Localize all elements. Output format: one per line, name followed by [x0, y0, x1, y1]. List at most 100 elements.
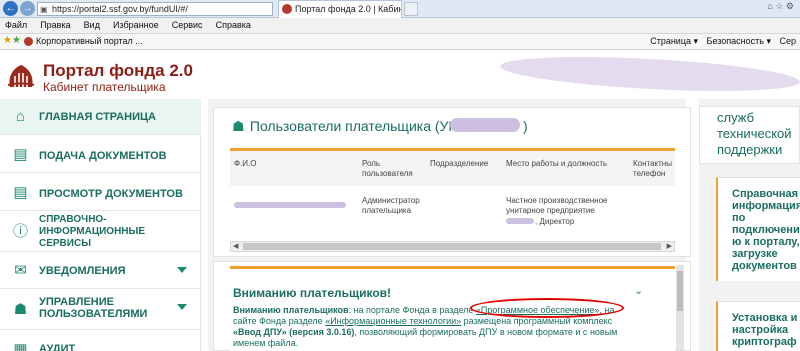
column-header-workplace: Место работы и должность [506, 159, 608, 168]
sidebar-item-label: АУДИТ [39, 343, 76, 351]
menu-favorites[interactable]: Избранное [108, 18, 164, 32]
add-favorite-icon[interactable]: ★ [12, 35, 21, 46]
scrollbar-thumb[interactable] [677, 271, 683, 311]
users-icon: ☗ [13, 301, 28, 318]
audit-icon: ▦ [13, 341, 28, 351]
menu-help[interactable]: Справка [211, 18, 256, 32]
back-icon[interactable]: ← [3, 1, 18, 16]
notice-bold-lead: Вниманию плательщиков [233, 305, 349, 315]
chevron-down-icon [177, 267, 187, 273]
redaction-mark [506, 218, 534, 224]
command-bar: Страница ▾ Безопасность ▾ Сер [644, 36, 796, 47]
scroll-left-icon[interactable]: ◀ [233, 242, 238, 251]
users-card-title-text: Пользователи плательщика (УНПФ [249, 118, 480, 134]
column-header-name: Ф.И.О [234, 159, 257, 168]
site-favicon-icon [282, 4, 292, 14]
security-menu-button[interactable]: Безопасность ▾ [707, 36, 771, 46]
chevron-down-icon[interactable]: ⌄ [634, 284, 643, 297]
redaction-mark [499, 51, 800, 97]
sidebar-item-label: ПРОСМОТР ДОКУМЕНТОВ [39, 188, 183, 200]
gear-icon[interactable]: ⚙ [786, 1, 794, 11]
favorites-star-icon[interactable]: ★ [3, 35, 12, 46]
main-content: ☗ Пользователи плательщика (УНПФ ) Ф.И.О… [208, 99, 691, 351]
highlight-annotation [470, 298, 624, 318]
support-card-reference-info[interactable]: Справочная информация по подключени ю к … [716, 177, 800, 281]
sidebar: ⌂ ГЛАВНАЯ СТРАНИЦА ▤ ПОДАЧА ДОКУМЕНТОВ ▤… [0, 99, 201, 351]
star-icon[interactable]: ☆ [775, 1, 783, 11]
sidebar-item-label: СПРАВОЧНО- ИНФОРМАЦИОННЫЕ СЕРВИСЫ [39, 214, 145, 249]
page-icon: ▣ [40, 5, 48, 14]
sidebar-item-audit[interactable]: ▦ АУДИТ [0, 332, 201, 351]
document-icon: ▤ [13, 146, 28, 163]
table-row[interactable]: Администратор плательщика Частное произв… [230, 188, 675, 234]
portal-subtitle: Кабинет плательщика [43, 80, 166, 94]
page-header: Портал фонда 2.0 Кабинет плательщика [0, 51, 800, 99]
home-icon[interactable]: ⌂ [767, 1, 772, 11]
user-workplace-cell: Частное производственное унитарное предп… [506, 196, 608, 215]
notice-text-part: : на портале Фонда в разделе [348, 305, 476, 315]
users-card: ☗ Пользователи плательщика (УНПФ ) Ф.И.О… [213, 107, 691, 257]
support-heading-box: служб технической поддержки [699, 106, 800, 164]
sidebar-item-notifications[interactable]: ✉ УВЕДОМЛЕНИЯ [0, 253, 201, 289]
address-input[interactable]: ▣ https://portal2.ssf.gov.by/fundUI/#/ [37, 2, 273, 16]
fund-logo-icon [7, 65, 35, 87]
sidebar-item-user-management[interactable]: ☗ УПРАВЛЕНИЕ ПОЛЬЗОВАТЕЛЯМИ [0, 290, 201, 330]
horizontal-scrollbar[interactable]: ◀ ▶ [230, 241, 675, 252]
url-text: https://portal2.ssf.gov.by/fundUI/#/ [52, 4, 188, 14]
tools-menu-button[interactable]: Сер [779, 36, 796, 46]
support-card-label: Справочная информация по подключени ю к … [732, 188, 800, 272]
sidebar-item-view-documents[interactable]: ▤ ПРОСМОТР ДОКУМЕНТОВ [0, 175, 201, 211]
browser-toolbar-icons: ⌂ ☆ ⚙ [767, 1, 794, 12]
browser-address-bar-row: ← → ▣ https://portal2.ssf.gov.by/fundUI/… [0, 0, 800, 18]
sidebar-item-home[interactable]: ⌂ ГЛАВНАЯ СТРАНИЦА [0, 99, 201, 135]
redaction-mark [234, 202, 346, 208]
column-header-department: Подразделение [430, 159, 489, 168]
column-header-phone: Контактны телефон [633, 159, 672, 178]
sidebar-item-label: УПРАВЛЕНИЕ ПОЛЬЗОВАТЕЛЯМИ [39, 296, 148, 320]
scrollbar-thumb[interactable] [243, 243, 661, 250]
users-card-title-end: ) [523, 118, 528, 134]
scroll-right-icon[interactable]: ▶ [667, 242, 672, 251]
vertical-scrollbar[interactable] [676, 265, 684, 351]
chevron-down-icon [177, 304, 187, 310]
support-card-label: Установка и настройка криптограф [732, 312, 798, 348]
info-icon: ⓘ [12, 223, 28, 240]
home-icon: ⌂ [15, 108, 26, 125]
user-position-cell: , Директор [535, 217, 575, 226]
sidebar-item-info-services[interactable]: ⓘ СПРАВОЧНО- ИНФОРМАЦИОННЫЕ СЕРВИСЫ [0, 212, 201, 252]
column-header-role: Роль пользователя [362, 159, 413, 178]
page-menu-button[interactable]: Страница ▾ [650, 36, 698, 46]
users-card-title: ☗ Пользователи плательщика (УНПФ [232, 118, 479, 135]
support-heading: служб технической поддержки [717, 110, 792, 157]
sidebar-item-submit-documents[interactable]: ▤ ПОДАЧА ДОКУМЕНТОВ [0, 137, 201, 173]
user-role-cell: Администратор плательщика [362, 196, 420, 215]
menu-file[interactable]: Файл [0, 18, 32, 32]
notice-title: Вниманию плательщиков! [233, 286, 392, 300]
notice-card: Вниманию плательщиков! ⌄ Вниманию плател… [213, 261, 691, 351]
sidebar-item-label: ГЛАВНАЯ СТРАНИЦА [39, 111, 156, 123]
envelope-icon: ✉ [14, 262, 27, 279]
users-icon: ☗ [232, 118, 245, 134]
users-table-header: Ф.И.О Роль пользователя Подразделение Ме… [230, 148, 675, 186]
menu-edit[interactable]: Правка [35, 18, 75, 32]
favorite-link-label: Корпоративный портал ... [36, 36, 143, 46]
right-panel: служб технической поддержки Справочная и… [699, 99, 800, 351]
favorites-bar: ★ ★ Корпоративный портал ... Страница ▾ … [0, 34, 800, 50]
sidebar-item-label: УВЕДОМЛЕНИЯ [39, 265, 126, 277]
redaction-mark [450, 118, 520, 132]
menu-tools[interactable]: Сервис [167, 18, 208, 32]
tab-title: Портал фонда 2.0 | Кабине... [295, 4, 401, 14]
portal-title: Портал фонда 2.0 [43, 61, 193, 80]
site-favicon-icon [24, 37, 33, 46]
support-card-crypto-setup[interactable]: Установка и настройка криптограф [716, 301, 800, 351]
it-section-link[interactable]: «Информационные технологии» [325, 316, 461, 326]
favorite-link-corporate-portal[interactable]: Корпоративный портал ... [24, 36, 143, 46]
new-tab-button[interactable] [404, 2, 418, 16]
browser-tab-active[interactable]: Портал фонда 2.0 | Кабине... [278, 0, 402, 18]
notice-bold-program: «Ввод ДПУ» (версия 3.0.16) [233, 327, 355, 337]
document-icon: ▤ [13, 184, 28, 201]
sidebar-item-label: ПОДАЧА ДОКУМЕНТОВ [39, 150, 167, 162]
forward-icon[interactable]: → [20, 1, 35, 16]
browser-menu-bar: Файл Правка Вид Избранное Сервис Справка [0, 18, 800, 34]
menu-view[interactable]: Вид [79, 18, 105, 32]
